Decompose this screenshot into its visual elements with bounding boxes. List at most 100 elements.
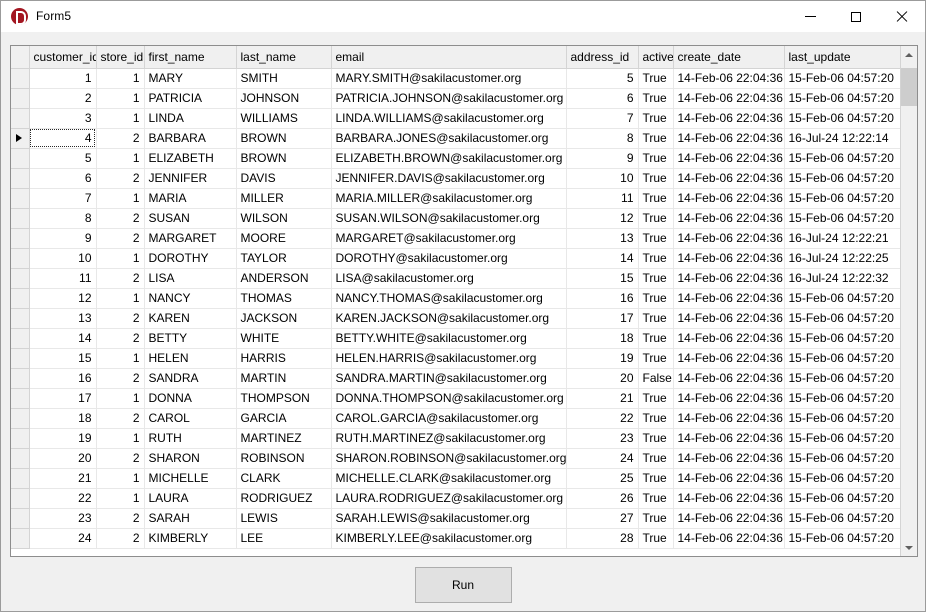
cell-last-update[interactable]: 15-Feb-06 04:57:20 [784, 148, 900, 169]
row-selector-cell[interactable] [11, 348, 30, 369]
cell-customer-id[interactable]: 2 [29, 88, 97, 109]
cell-email[interactable]: SANDRA.MARTIN@sakilacustomer.org [331, 368, 567, 389]
cell-address-id[interactable]: 22 [566, 408, 639, 429]
row-selector-cell[interactable] [11, 448, 30, 469]
cell-email[interactable]: KAREN.JACKSON@sakilacustomer.org [331, 308, 567, 329]
cell-first-name[interactable]: DONNA [144, 388, 237, 409]
row-selector-cell[interactable] [11, 388, 30, 409]
cell-first-name[interactable]: BARBARA [144, 128, 237, 149]
cell-email[interactable]: LISA@sakilacustomer.org [331, 268, 567, 289]
cell-email[interactable]: CAROL.GARCIA@sakilacustomer.org [331, 408, 567, 429]
table-row[interactable]: 15 1 HELEN HARRIS HELEN.HARRIS@sakilacustome… [11, 348, 900, 369]
cell-last-update[interactable]: 15-Feb-06 04:57:20 [784, 388, 900, 409]
cell-store-id[interactable]: 2 [96, 328, 145, 349]
cell-last-name[interactable]: THOMPSON [236, 388, 332, 409]
table-row[interactable]: 21 1 MICHELLE CLARK MICHELLE.CLARK@sakilacus… [11, 468, 900, 489]
cell-address-id[interactable]: 12 [566, 208, 639, 229]
cell-last-name[interactable]: THOMAS [236, 288, 332, 309]
cell-address-id[interactable]: 15 [566, 268, 639, 289]
cell-last-update[interactable]: 15-Feb-06 04:57:20 [784, 468, 900, 489]
cell-first-name[interactable]: RUTH [144, 428, 237, 449]
cell-address-id[interactable]: 11 [566, 188, 639, 209]
cell-store-id[interactable]: 2 [96, 368, 145, 389]
cell-store-id[interactable]: 2 [96, 228, 145, 249]
scrollbar-track[interactable] [901, 63, 917, 539]
table-row[interactable]: 17 1 DONNA THOMPSON DONNA.THOMPSON@sakilacus… [11, 388, 900, 409]
row-selector-cell[interactable] [11, 488, 30, 509]
row-selector-cell[interactable] [11, 228, 30, 249]
cell-first-name[interactable]: SANDRA [144, 368, 237, 389]
cell-create-date[interactable]: 14-Feb-06 22:04:36 [673, 308, 785, 329]
cell-email[interactable]: LINDA.WILLIAMS@sakilacustomer.org [331, 108, 567, 129]
cell-create-date[interactable]: 14-Feb-06 22:04:36 [673, 268, 785, 289]
cell-last-update[interactable]: 15-Feb-06 04:57:20 [784, 428, 900, 449]
scroll-up-button[interactable] [901, 46, 917, 63]
cell-active[interactable]: True [638, 348, 674, 369]
table-row[interactable]: 18 2 CAROL GARCIA CAROL.GARCIA@sakilacustome… [11, 408, 900, 429]
cell-first-name[interactable]: LINDA [144, 108, 237, 129]
table-row[interactable]: 20 2 SHARON ROBINSON SHARON.ROBINSON@sakilac… [11, 448, 900, 469]
cell-active[interactable]: True [638, 448, 674, 469]
cell-customer-id[interactable]: 11 [29, 268, 97, 289]
cell-first-name[interactable]: ELIZABETH [144, 148, 237, 169]
cell-customer-id[interactable]: 6 [29, 168, 97, 189]
cell-address-id[interactable]: 17 [566, 308, 639, 329]
cell-address-id[interactable]: 14 [566, 248, 639, 269]
cell-customer-id[interactable]: 20 [29, 448, 97, 469]
cell-create-date[interactable]: 14-Feb-06 22:04:36 [673, 108, 785, 129]
cell-active[interactable]: True [638, 308, 674, 329]
cell-first-name[interactable]: NANCY [144, 288, 237, 309]
row-selector-cell[interactable] [11, 68, 30, 89]
cell-store-id[interactable]: 1 [96, 488, 145, 509]
vertical-scrollbar[interactable] [900, 46, 917, 556]
cell-address-id[interactable]: 21 [566, 388, 639, 409]
cell-active[interactable]: True [638, 388, 674, 409]
cell-last-name[interactable]: BROWN [236, 148, 332, 169]
table-row[interactable]: 16 2 SANDRA MARTIN SANDRA.MARTIN@sakilacusto… [11, 368, 900, 389]
cell-last-name[interactable]: TAYLOR [236, 248, 332, 269]
cell-create-date[interactable]: 14-Feb-06 22:04:36 [673, 148, 785, 169]
scroll-down-button[interactable] [901, 539, 917, 556]
cell-active[interactable]: True [638, 128, 674, 149]
cell-store-id[interactable]: 2 [96, 128, 145, 149]
cell-active[interactable]: False [638, 368, 674, 389]
column-header-create-date[interactable]: create_date [673, 46, 785, 69]
cell-first-name[interactable]: MARY [144, 68, 237, 89]
cell-first-name[interactable]: LAURA [144, 488, 237, 509]
cell-store-id[interactable]: 2 [96, 308, 145, 329]
cell-email[interactable]: BARBARA.JONES@sakilacustomer.org [331, 128, 567, 149]
cell-create-date[interactable]: 14-Feb-06 22:04:36 [673, 348, 785, 369]
cell-last-update[interactable]: 15-Feb-06 04:57:20 [784, 208, 900, 229]
cell-store-id[interactable]: 1 [96, 148, 145, 169]
cell-store-id[interactable]: 1 [96, 68, 145, 89]
row-selector-cell[interactable] [11, 408, 30, 429]
cell-active[interactable]: True [638, 168, 674, 189]
cell-customer-id[interactable]: 21 [29, 468, 97, 489]
cell-address-id[interactable]: 13 [566, 228, 639, 249]
cell-last-update[interactable]: 15-Feb-06 04:57:20 [784, 188, 900, 209]
cell-email[interactable]: MICHELLE.CLARK@sakilacustomer.org [331, 468, 567, 489]
cell-email[interactable]: SUSAN.WILSON@sakilacustomer.org [331, 208, 567, 229]
cell-first-name[interactable]: LISA [144, 268, 237, 289]
cell-last-update[interactable]: 15-Feb-06 04:57:20 [784, 448, 900, 469]
cell-store-id[interactable]: 1 [96, 428, 145, 449]
cell-first-name[interactable]: MARGARET [144, 228, 237, 249]
cell-email[interactable]: LAURA.RODRIGUEZ@sakilacustomer.org [331, 488, 567, 509]
cell-store-id[interactable]: 2 [96, 208, 145, 229]
cell-customer-id[interactable]: 14 [29, 328, 97, 349]
cell-first-name[interactable]: JENNIFER [144, 168, 237, 189]
cell-address-id[interactable]: 16 [566, 288, 639, 309]
cell-last-update[interactable]: 16-Jul-24 12:22:25 [784, 248, 900, 269]
table-row[interactable]: 12 1 NANCY THOMAS NANCY.THOMAS@sakilacustome… [11, 288, 900, 309]
cell-store-id[interactable]: 2 [96, 448, 145, 469]
cell-create-date[interactable]: 14-Feb-06 22:04:36 [673, 328, 785, 349]
row-header-corner[interactable] [11, 46, 30, 69]
row-selector-cell[interactable] [11, 528, 30, 549]
cell-active[interactable]: True [638, 328, 674, 349]
cell-email[interactable]: DOROTHY@sakilacustomer.org [331, 248, 567, 269]
cell-email[interactable]: RUTH.MARTINEZ@sakilacustomer.org [331, 428, 567, 449]
cell-active[interactable]: True [638, 488, 674, 509]
column-header-address-id[interactable]: address_id [566, 46, 639, 69]
cell-customer-id[interactable]: 3 [29, 108, 97, 129]
cell-customer-id[interactable]: 5 [29, 148, 97, 169]
